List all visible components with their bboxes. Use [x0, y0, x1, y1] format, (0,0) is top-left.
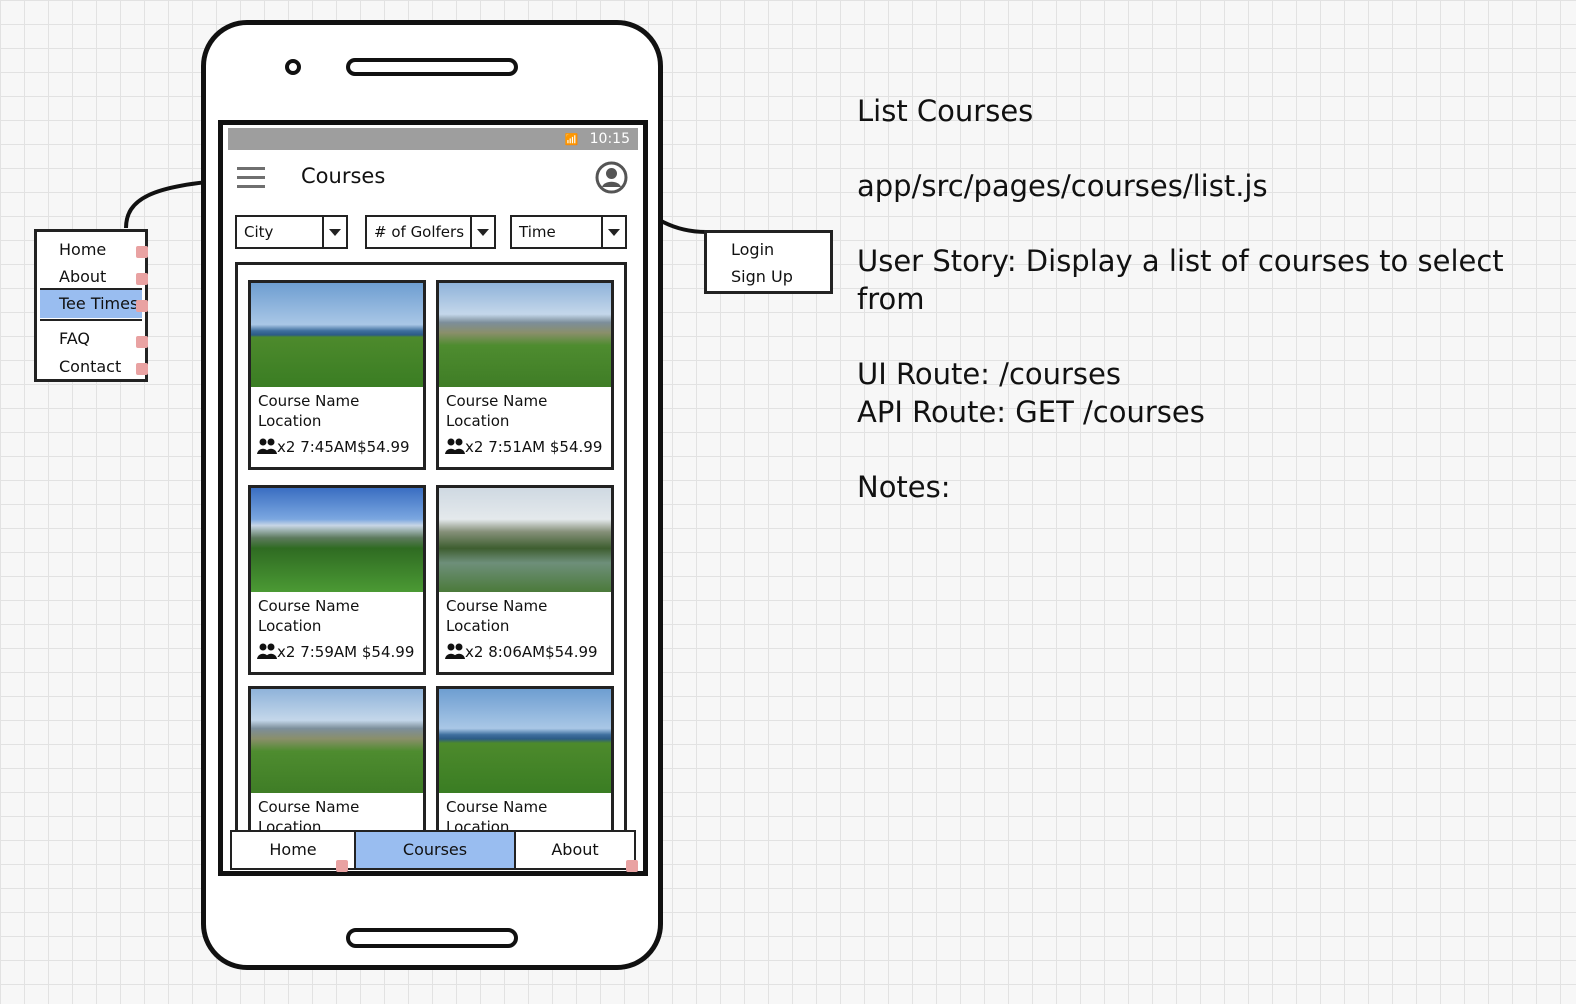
tee-time: 7:45AM — [300, 438, 358, 456]
tee-time-details: x2 7:59AM $54.99 — [251, 642, 423, 662]
tee-time: 7:51AM — [488, 438, 546, 456]
login-menu-item[interactable]: Login — [731, 240, 774, 259]
city-filter-dropdown[interactable]: City — [235, 215, 348, 249]
side-navigation-menu: Home About Tee Times FAQ Contact — [34, 229, 148, 382]
account-menu: Login Sign Up — [704, 230, 833, 294]
status-bar: 📶 10:15 — [228, 128, 638, 150]
player-count: x2 — [465, 438, 484, 456]
tee-time-details: x2 8:06AM$54.99 — [439, 642, 611, 662]
tab-courses[interactable]: Courses — [354, 832, 516, 868]
player-count: x2 — [277, 643, 296, 661]
golfers-filter-dropdown[interactable]: # of Golfers — [365, 215, 496, 249]
course-name: Course Name — [446, 392, 548, 410]
course-location: Location — [258, 617, 322, 635]
notes-title: List Courses — [857, 94, 1034, 128]
course-card[interactable]: Course Name Location x2 8:06AM$54.99 — [436, 485, 614, 675]
course-card[interactable]: Course Name Location — [436, 686, 614, 836]
price: $54.99 — [357, 438, 410, 456]
price: $54.99 — [361, 643, 415, 661]
home-hardware-button[interactable] — [346, 928, 518, 948]
side-menu-item-faq[interactable]: FAQ — [59, 329, 90, 348]
course-card[interactable]: Course Name Location x2 7:51AM $54.99 — [436, 280, 614, 470]
course-location: Location — [446, 412, 510, 430]
player-count: x2 — [277, 438, 296, 456]
hamburger-menu-icon[interactable] — [237, 166, 265, 190]
bottom-tab-bar: Home Courses About — [230, 830, 636, 870]
chevron-down-icon — [322, 217, 346, 247]
notes-api-route: API Route: GET /courses — [857, 395, 1205, 429]
group-icon — [445, 643, 465, 659]
course-image — [251, 689, 423, 793]
time-filter-label: Time — [519, 223, 556, 241]
course-location: Location — [258, 412, 322, 430]
price: $54.99 — [545, 643, 598, 661]
link-marker-icon — [626, 860, 638, 872]
course-image — [251, 488, 423, 592]
notes-ui-route: UI Route: /courses — [857, 357, 1121, 391]
page-notes: List Courses app/src/pages/courses/list.… — [857, 92, 1547, 506]
group-icon — [445, 438, 465, 454]
menu-divider — [40, 319, 142, 321]
signup-menu-item[interactable]: Sign Up — [731, 267, 793, 286]
user-avatar-icon[interactable] — [595, 161, 628, 194]
link-marker-icon — [136, 363, 148, 375]
tee-time-details: x2 7:45AM$54.99 — [251, 437, 423, 457]
link-marker-icon — [136, 246, 148, 258]
side-menu-item-contact[interactable]: Contact — [59, 357, 121, 376]
tee-time-details: x2 7:51AM $54.99 — [439, 437, 611, 457]
status-time: 10:15 — [589, 131, 630, 147]
link-marker-icon — [136, 300, 148, 312]
course-card[interactable]: Course Name Location — [248, 686, 426, 836]
group-icon — [257, 643, 277, 659]
tab-about[interactable]: About — [516, 832, 634, 868]
notes-user-story: User Story: Display a list of courses to… — [857, 244, 1504, 316]
course-name: Course Name — [446, 798, 548, 816]
city-filter-label: City — [244, 223, 274, 241]
golfers-filter-label: # of Golfers — [374, 223, 465, 241]
course-image — [251, 283, 423, 387]
link-marker-icon — [136, 273, 148, 285]
speaker-grille — [346, 58, 518, 76]
course-card[interactable]: Course Name Location x2 7:59AM $54.99 — [248, 485, 426, 675]
chevron-down-icon — [601, 217, 625, 247]
player-count: x2 — [465, 643, 484, 661]
signal-icon: 📶 — [564, 133, 580, 146]
course-name: Course Name — [258, 392, 360, 410]
side-menu-item-about[interactable]: About — [59, 267, 106, 286]
side-menu-item-tee-times[interactable]: Tee Times — [40, 290, 142, 318]
tee-time: 7:59AM — [300, 643, 358, 661]
course-card[interactable]: Course Name Location x2 7:45AM$54.99 — [248, 280, 426, 470]
course-name: Course Name — [258, 798, 360, 816]
course-name: Course Name — [446, 597, 548, 615]
link-marker-icon — [136, 336, 148, 348]
course-location: Location — [446, 617, 510, 635]
notes-file-path: app/src/pages/courses/list.js — [857, 169, 1268, 203]
group-icon — [257, 438, 277, 454]
course-image — [439, 283, 611, 387]
link-marker-icon — [336, 860, 348, 872]
course-image — [439, 488, 611, 592]
camera-icon — [285, 59, 301, 75]
page-title: Courses — [301, 164, 386, 188]
tee-time: 8:06AM — [488, 643, 546, 661]
notes-label: Notes: — [857, 470, 951, 504]
course-name: Course Name — [258, 597, 360, 615]
side-menu-item-home[interactable]: Home — [59, 240, 106, 259]
course-image — [439, 689, 611, 793]
price: $54.99 — [549, 438, 603, 456]
chevron-down-icon — [470, 217, 494, 247]
time-filter-dropdown[interactable]: Time — [510, 215, 627, 249]
